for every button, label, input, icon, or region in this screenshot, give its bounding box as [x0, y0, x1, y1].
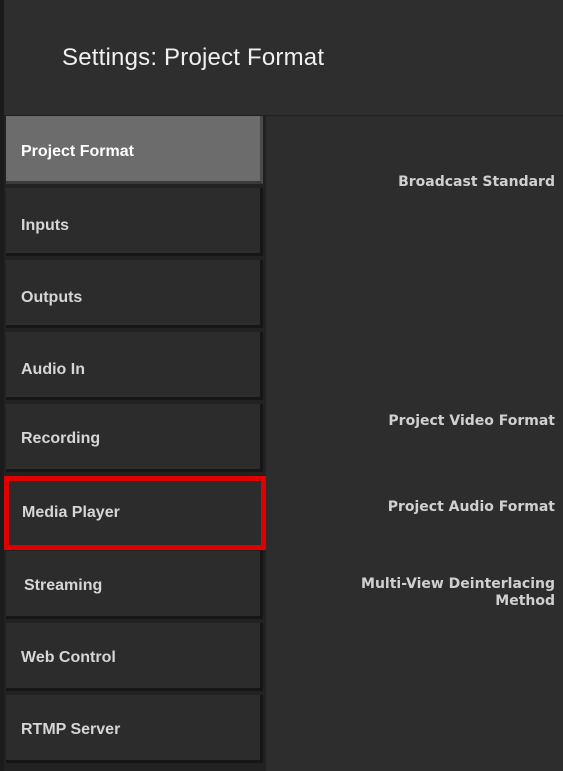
sidebar-item-web-control[interactable]: Web Control: [6, 623, 263, 691]
settings-content-panel: Broadcast Standard Project Video Format …: [266, 116, 563, 771]
sidebar-item-media-player[interactable]: Media Player: [4, 476, 266, 550]
sidebar-item-label: Inputs: [21, 217, 69, 234]
sidebar-item-label: Outputs: [21, 289, 83, 306]
sidebar-item-project-format[interactable]: Project Format: [6, 116, 263, 184]
sidebar-item-label: Audio In: [21, 361, 85, 378]
window-title: Settings: Project Format: [62, 44, 325, 71]
sidebar-item-label: Streaming: [24, 577, 103, 594]
multi-view-deinterlacing-label: Multi-View Deinterlacing Method: [361, 576, 555, 609]
sidebar-item-label: RTMP Server: [21, 721, 121, 738]
settings-sidebar: Project Format Inputs Outputs Audio In R…: [4, 116, 266, 771]
project-audio-format-label: Project Audio Format: [387, 499, 555, 515]
sidebar-item-streaming[interactable]: Streaming: [6, 551, 263, 619]
sidebar-item-outputs[interactable]: Outputs: [6, 260, 263, 328]
broadcast-standard-label: Broadcast Standard: [398, 174, 555, 190]
title-bar: Settings: Project Format: [4, 0, 563, 116]
sidebar-item-inputs[interactable]: Inputs: [6, 188, 263, 256]
sidebar-item-label: Web Control: [21, 649, 116, 666]
sidebar-item-label: Recording: [21, 430, 101, 447]
sidebar-item-audio-in[interactable]: Audio In: [6, 332, 263, 400]
sidebar-item-recording[interactable]: Recording: [6, 404, 263, 472]
project-video-format-label: Project Video Format: [388, 413, 555, 429]
sidebar-item-rtmp-server[interactable]: RTMP Server: [6, 695, 263, 763]
settings-window: Settings: Project Format Project Format …: [0, 0, 563, 771]
sidebar-item-label: Media Player: [22, 504, 120, 521]
sidebar-item-label: Project Format: [21, 143, 134, 160]
